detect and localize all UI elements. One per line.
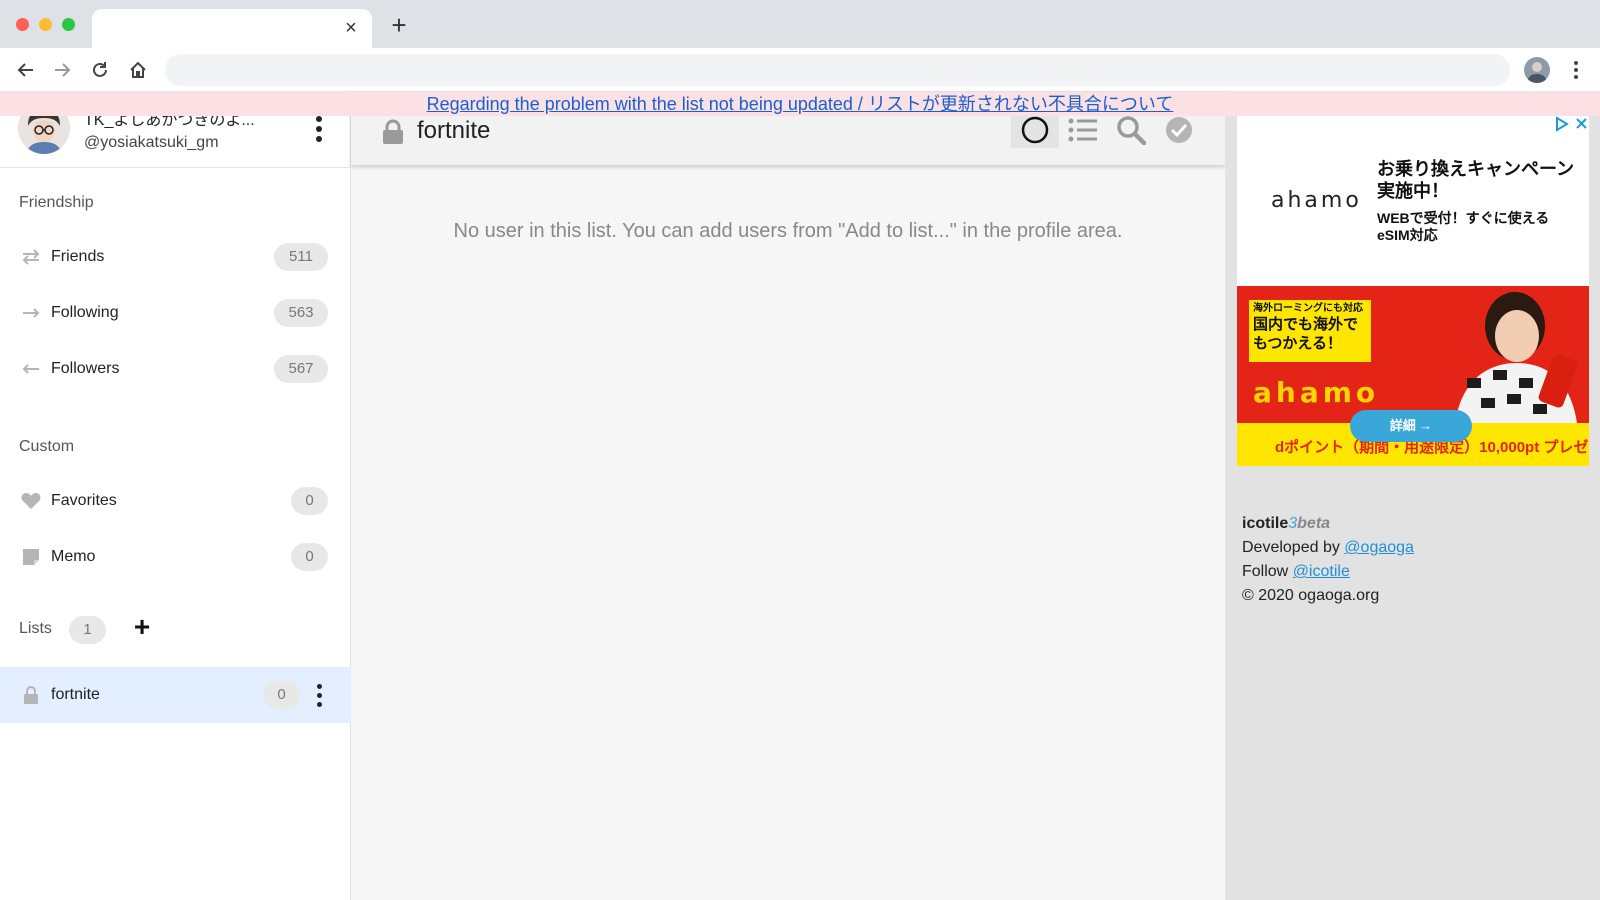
app-brand: icotile3beta xyxy=(1242,515,1331,532)
notice-link[interactable]: Regarding the problem with the list not … xyxy=(427,94,1174,114)
sidebar-item-label: Friends xyxy=(51,248,105,265)
app: Regarding the problem with the list not … xyxy=(0,92,1600,900)
list-view-button[interactable] xyxy=(1059,112,1107,148)
developer-link[interactable]: @ogaoga xyxy=(1344,539,1414,556)
notice-banner: Regarding the problem with the list not … xyxy=(0,92,1600,116)
profile-avatar[interactable] xyxy=(1524,57,1550,83)
browser-tab[interactable]: × xyxy=(92,9,372,48)
new-tab-button[interactable]: + xyxy=(387,12,411,38)
lists-header: Lists 1 + xyxy=(0,610,351,650)
ad-detail-button[interactable]: 詳細 → xyxy=(1350,410,1472,442)
count-badge: 567 xyxy=(274,355,328,383)
sidebar-item-following[interactable]: Following 563 xyxy=(0,285,351,341)
section-title-lists: Lists xyxy=(19,620,52,637)
reload-icon xyxy=(93,62,107,77)
right-rail: ahamo お乗り換えキャンペーン実施中！ WEBで受付！すぐに使えるeSIM対… xyxy=(1225,92,1600,900)
arrow-right-icon xyxy=(21,303,41,323)
person-icon xyxy=(1527,62,1547,83)
arrow-right-icon xyxy=(55,63,71,77)
ad-callout: 海外ローミングにも対応 国内でも海外でもつかえる！ xyxy=(1249,300,1371,362)
ad-headline: お乗り換えキャンペーン実施中！ xyxy=(1377,159,1575,201)
list-icon xyxy=(1068,118,1097,142)
page-title: fortnite xyxy=(417,117,491,144)
arrow-left-icon xyxy=(21,359,41,379)
search-button[interactable] xyxy=(1107,112,1155,148)
person-photo-icon xyxy=(1415,286,1589,423)
count-badge: 511 xyxy=(274,243,328,271)
heart-icon xyxy=(21,491,41,511)
back-button[interactable] xyxy=(12,56,40,84)
ad-choices-icon[interactable] xyxy=(1553,116,1589,132)
lock-icon xyxy=(382,119,404,150)
count-badge: 0 xyxy=(291,487,328,515)
maximize-window-button[interactable] xyxy=(62,18,75,31)
address-bar[interactable] xyxy=(165,54,1510,86)
developer-line: Developed by @ogaoga xyxy=(1242,539,1414,556)
ad-image: 海外ローミングにも対応 国内でも海外でもつかえる！ ahamo dポイント（期間… xyxy=(1237,286,1589,466)
sidebar-item-list-fortnite[interactable]: fortnite 0 xyxy=(0,667,351,723)
sidebar-item-followers[interactable]: Followers 567 xyxy=(0,341,351,397)
browser-menu-button[interactable] xyxy=(1566,57,1586,83)
sidebar-item-favorites[interactable]: Favorites 0 xyxy=(0,473,351,529)
ad-header: ahamo お乗り換えキャンペーン実施中！ WEBで受付！すぐに使えるeSIM対… xyxy=(1237,116,1589,286)
sidebar-item-memo[interactable]: Memo 0 xyxy=(0,529,351,585)
search-icon xyxy=(1117,116,1146,145)
home-icon xyxy=(130,61,146,78)
sidebar-item-label: Memo xyxy=(51,548,96,565)
ad-subline: WEBで受付！すぐに使えるeSIM対応 xyxy=(1377,210,1550,243)
empty-list-message: No user in this list. You can add users … xyxy=(453,220,1123,242)
section-title-friendship: Friendship xyxy=(19,194,94,211)
sidebar: TK_よしあかつきのよ... @yosiakatsuki_gm Friendsh… xyxy=(0,92,351,900)
sidebar-item-label: Favorites xyxy=(51,492,117,509)
lists-count-badge: 1 xyxy=(69,616,106,644)
forward-button[interactable] xyxy=(48,56,76,84)
ad-callout-big: 国内でも海外でもつかえる！ xyxy=(1253,316,1359,352)
circle-view-button[interactable] xyxy=(1011,112,1059,148)
list-menu-button[interactable] xyxy=(313,680,325,710)
check-circle-icon xyxy=(1166,117,1192,143)
ad-brand: ahamo xyxy=(1253,376,1380,409)
account-menu-button[interactable] xyxy=(313,114,325,144)
copyright: © 2020 ogaoga.org xyxy=(1242,587,1380,604)
home-button[interactable] xyxy=(124,56,152,84)
browser-toolbar xyxy=(0,48,1600,92)
swap-arrows-icon xyxy=(21,247,41,267)
note-icon xyxy=(21,547,41,567)
reload-button[interactable] xyxy=(86,56,114,84)
close-window-button[interactable] xyxy=(16,18,29,31)
lock-icon xyxy=(21,685,41,705)
section-title-custom: Custom xyxy=(19,438,75,455)
sidebar-item-label: Followers xyxy=(51,360,120,377)
count-badge: 563 xyxy=(274,299,328,327)
add-list-button[interactable]: + xyxy=(130,613,154,641)
count-badge: 0 xyxy=(291,543,328,571)
sidebar-item-label: Following xyxy=(51,304,119,321)
main-panel: fortnite No user in this list. You can a… xyxy=(351,92,1225,900)
footer: icotile3beta Developed by @ogaoga Follow… xyxy=(1242,512,1414,608)
tab-close-icon[interactable]: × xyxy=(340,17,362,39)
follow-line: Follow @icotile xyxy=(1242,563,1350,580)
minimize-window-button[interactable] xyxy=(39,18,52,31)
sidebar-item-label: fortnite xyxy=(51,686,100,703)
sidebar-item-friends[interactable]: Friends 511 xyxy=(0,229,351,285)
arrow-left-icon xyxy=(17,63,33,77)
select-button[interactable] xyxy=(1155,112,1203,148)
circle-icon xyxy=(1021,116,1049,144)
ad-callout-small: 海外ローミングにも対応 xyxy=(1253,303,1363,314)
account-handle: @yosiakatsuki_gm xyxy=(84,134,219,151)
count-badge: 0 xyxy=(263,681,300,709)
advertisement[interactable]: ahamo お乗り換えキャンペーン実施中！ WEBで受付！すぐに使えるeSIM対… xyxy=(1237,116,1589,466)
browser-tab-bar: × + xyxy=(0,0,1600,48)
follow-link[interactable]: @icotile xyxy=(1293,563,1350,580)
ad-logo: ahamo xyxy=(1271,188,1362,213)
